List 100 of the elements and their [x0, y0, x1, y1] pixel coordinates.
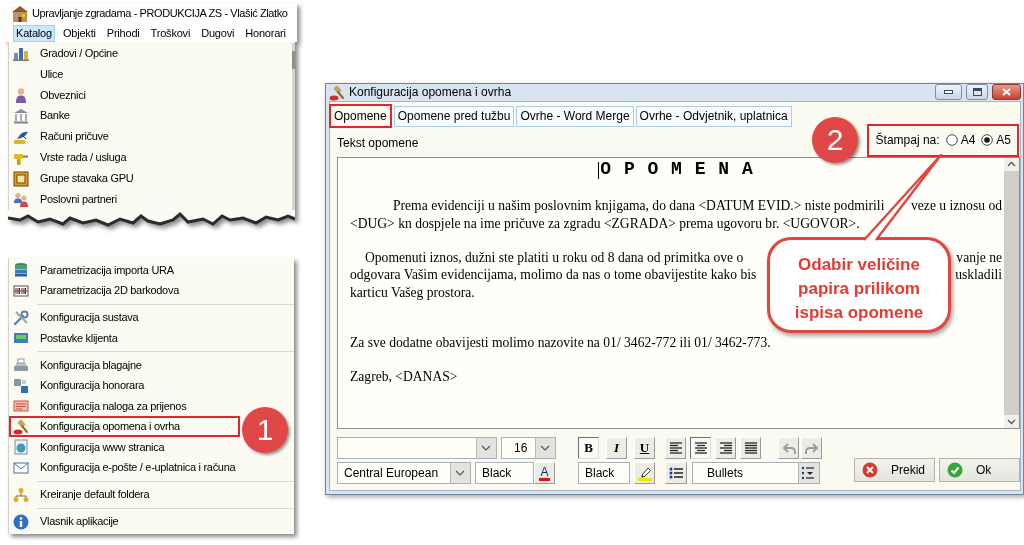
menu-item[interactable]: Vlasnik aplikacije [9, 511, 240, 532]
highlight-color-button[interactable] [634, 462, 655, 484]
menu-bar-item[interactable]: Honorari [242, 24, 289, 42]
menu-item[interactable]: Konfiguracija naloga za prijenos [9, 395, 240, 417]
font-color-button[interactable]: A [534, 462, 555, 484]
scrollbar[interactable] [1004, 158, 1019, 428]
menu-item[interactable]: Računi pričuve [9, 126, 240, 148]
framed-square-icon [13, 170, 29, 187]
format-button[interactable]: B [578, 437, 599, 459]
document-text: Opomenuti iznos, dužni ste platiti u roku od 8 dana od primitka ove o [365, 248, 744, 267]
font-color-field[interactable]: Black [475, 462, 534, 484]
tools-icon [13, 309, 29, 326]
radio-button[interactable]: A5 [981, 133, 1011, 148]
buildings-icon [13, 45, 29, 62]
menu-item[interactable]: Parametrizacija 2D barkodova [9, 280, 240, 301]
database-icon [13, 262, 29, 279]
menu-item[interactable]: Ulice [9, 63, 240, 85]
align-center-icon [693, 441, 708, 455]
menu-item[interactable]: Poslovni partneri [9, 189, 240, 210]
document-text: karticu Vašeg prostora. [350, 284, 475, 302]
document-text: veze u iznosu od [911, 197, 1002, 215]
cancel-button[interactable]: Prekid [854, 458, 935, 482]
ok-button[interactable]: Ok [939, 458, 1020, 482]
close-button[interactable] [992, 84, 1021, 100]
chevron-down-icon [450, 463, 470, 483]
scrollbar[interactable] [292, 43, 295, 210]
menu-bar-item[interactable]: Katalog [13, 24, 55, 42]
document-text: Zagreb, <DANAS> [350, 367, 458, 386]
highlighter-icon [637, 465, 652, 481]
align-justify-icon [743, 441, 758, 455]
window-title: Upravljanje zgradama - PRODUKCIJA ZS - Vlašić Zlatko [32, 6, 288, 21]
document-text: Prema evidenciji u našim poslovnim knjigama, do dana <DATUM EVID.> niste podmirili [393, 197, 885, 215]
bank-icon [13, 108, 29, 124]
tab[interactable]: Ovrhe - Odvjetnik, uplatnica [635, 105, 792, 127]
highlight-color-field[interactable]: Black [578, 462, 630, 484]
window-title: Konfiguracija opomena i ovrha [349, 85, 512, 100]
menu-item[interactable]: Konfiguracija honorara [9, 375, 240, 396]
menu-item[interactable]: Obveznici [9, 84, 240, 106]
printer-icon [13, 357, 29, 374]
chevron-down-icon [535, 438, 555, 458]
undo-icon [781, 441, 796, 455]
menu-item[interactable]: Konfiguracija blagajne [9, 354, 240, 376]
align-button[interactable] [690, 437, 711, 459]
format-button[interactable]: I [606, 437, 627, 459]
menu-item[interactable]: Parametrizacija importa URA [9, 259, 240, 281]
list-style-select[interactable]: Bullets [692, 462, 820, 484]
globe-icon [13, 439, 29, 456]
radio-button[interactable]: A4 [945, 133, 976, 148]
document-text: Za sve dodatne obavijesti molimo nazovite na 01/ 3462-772 ili 01/ 3462-773. [350, 334, 771, 352]
menu-item[interactable]: Konfiguracija e-pošte / e-uplatnica i računa [9, 457, 246, 478]
gavel-icon [13, 418, 29, 435]
menu-bar-item[interactable]: Troškovi [147, 24, 194, 42]
envelope-icon [13, 459, 29, 476]
check-icon [947, 462, 963, 478]
align-left-icon [668, 441, 683, 455]
align-right-icon [718, 441, 733, 455]
text-editor[interactable] [337, 157, 1020, 429]
close-icon [1002, 88, 1011, 96]
menu-bar-item[interactable]: Dugovi [198, 24, 238, 42]
list-menu-icon [798, 463, 819, 483]
minimize-button[interactable] [935, 84, 962, 100]
menu-bar-item[interactable]: Objekti [59, 24, 99, 42]
document-text: <DUG> kn dospjele na ime pričuve za zgradu <ZGRADA> prema ugovoru br. <UGOVOR>. [350, 214, 860, 233]
menu-item[interactable]: Vrste rada / usluga [9, 147, 240, 169]
building-icon [12, 5, 28, 22]
barcode-icon [13, 282, 29, 299]
print-label: Štampaj na: [875, 133, 940, 148]
tab[interactable]: Ovrhe - Word Merge [516, 105, 634, 127]
people-icon [13, 191, 29, 208]
info-icon [13, 513, 29, 530]
menu-item[interactable]: Konfiguracija sustava [9, 307, 240, 328]
card-icon [13, 398, 29, 415]
editor-label: Tekst opomene [337, 135, 419, 151]
person-icon [13, 87, 29, 104]
blocks-icon [13, 377, 29, 394]
menu-item[interactable]: Konfiguracija www stranica [9, 436, 240, 458]
bullet-list-icon [669, 466, 683, 480]
tab[interactable]: Opomene [329, 104, 392, 128]
gavel-icon [329, 84, 345, 101]
charset-select[interactable]: Central European [337, 462, 471, 484]
document-text: uskladili [955, 266, 1002, 285]
menu-item[interactable]: Konfiguracija opomena i ovrha [9, 416, 240, 437]
menu-item[interactable]: Grupe stavaka GPU [9, 168, 240, 189]
maximize-button[interactable] [966, 84, 988, 100]
tab[interactable]: Opomene pred tužbu [393, 105, 515, 127]
format-button[interactable]: U [634, 437, 655, 459]
chevron-down-icon [476, 438, 496, 458]
document-text: vanje ne [956, 248, 1002, 267]
menu-item[interactable]: Kreiranje default foldera [9, 484, 240, 505]
bullets-button[interactable] [665, 462, 687, 484]
document-text: odgovara Vašim evidencijama, molimo da nas o tome obavijestite kako bis [350, 266, 757, 285]
menu-item[interactable]: Banke [9, 105, 240, 127]
menu-bar-item[interactable]: Prihodi [103, 24, 143, 42]
document-heading: O P O M E N A [600, 159, 754, 181]
hierarchy-icon [13, 486, 29, 503]
menu-item[interactable]: Postavke klijenta [9, 327, 240, 349]
font-size-select[interactable]: 16 [501, 437, 556, 459]
minimize-icon [944, 90, 953, 94]
redo-icon [804, 441, 819, 455]
menu-item[interactable]: Gradovi / Općine [9, 43, 240, 64]
